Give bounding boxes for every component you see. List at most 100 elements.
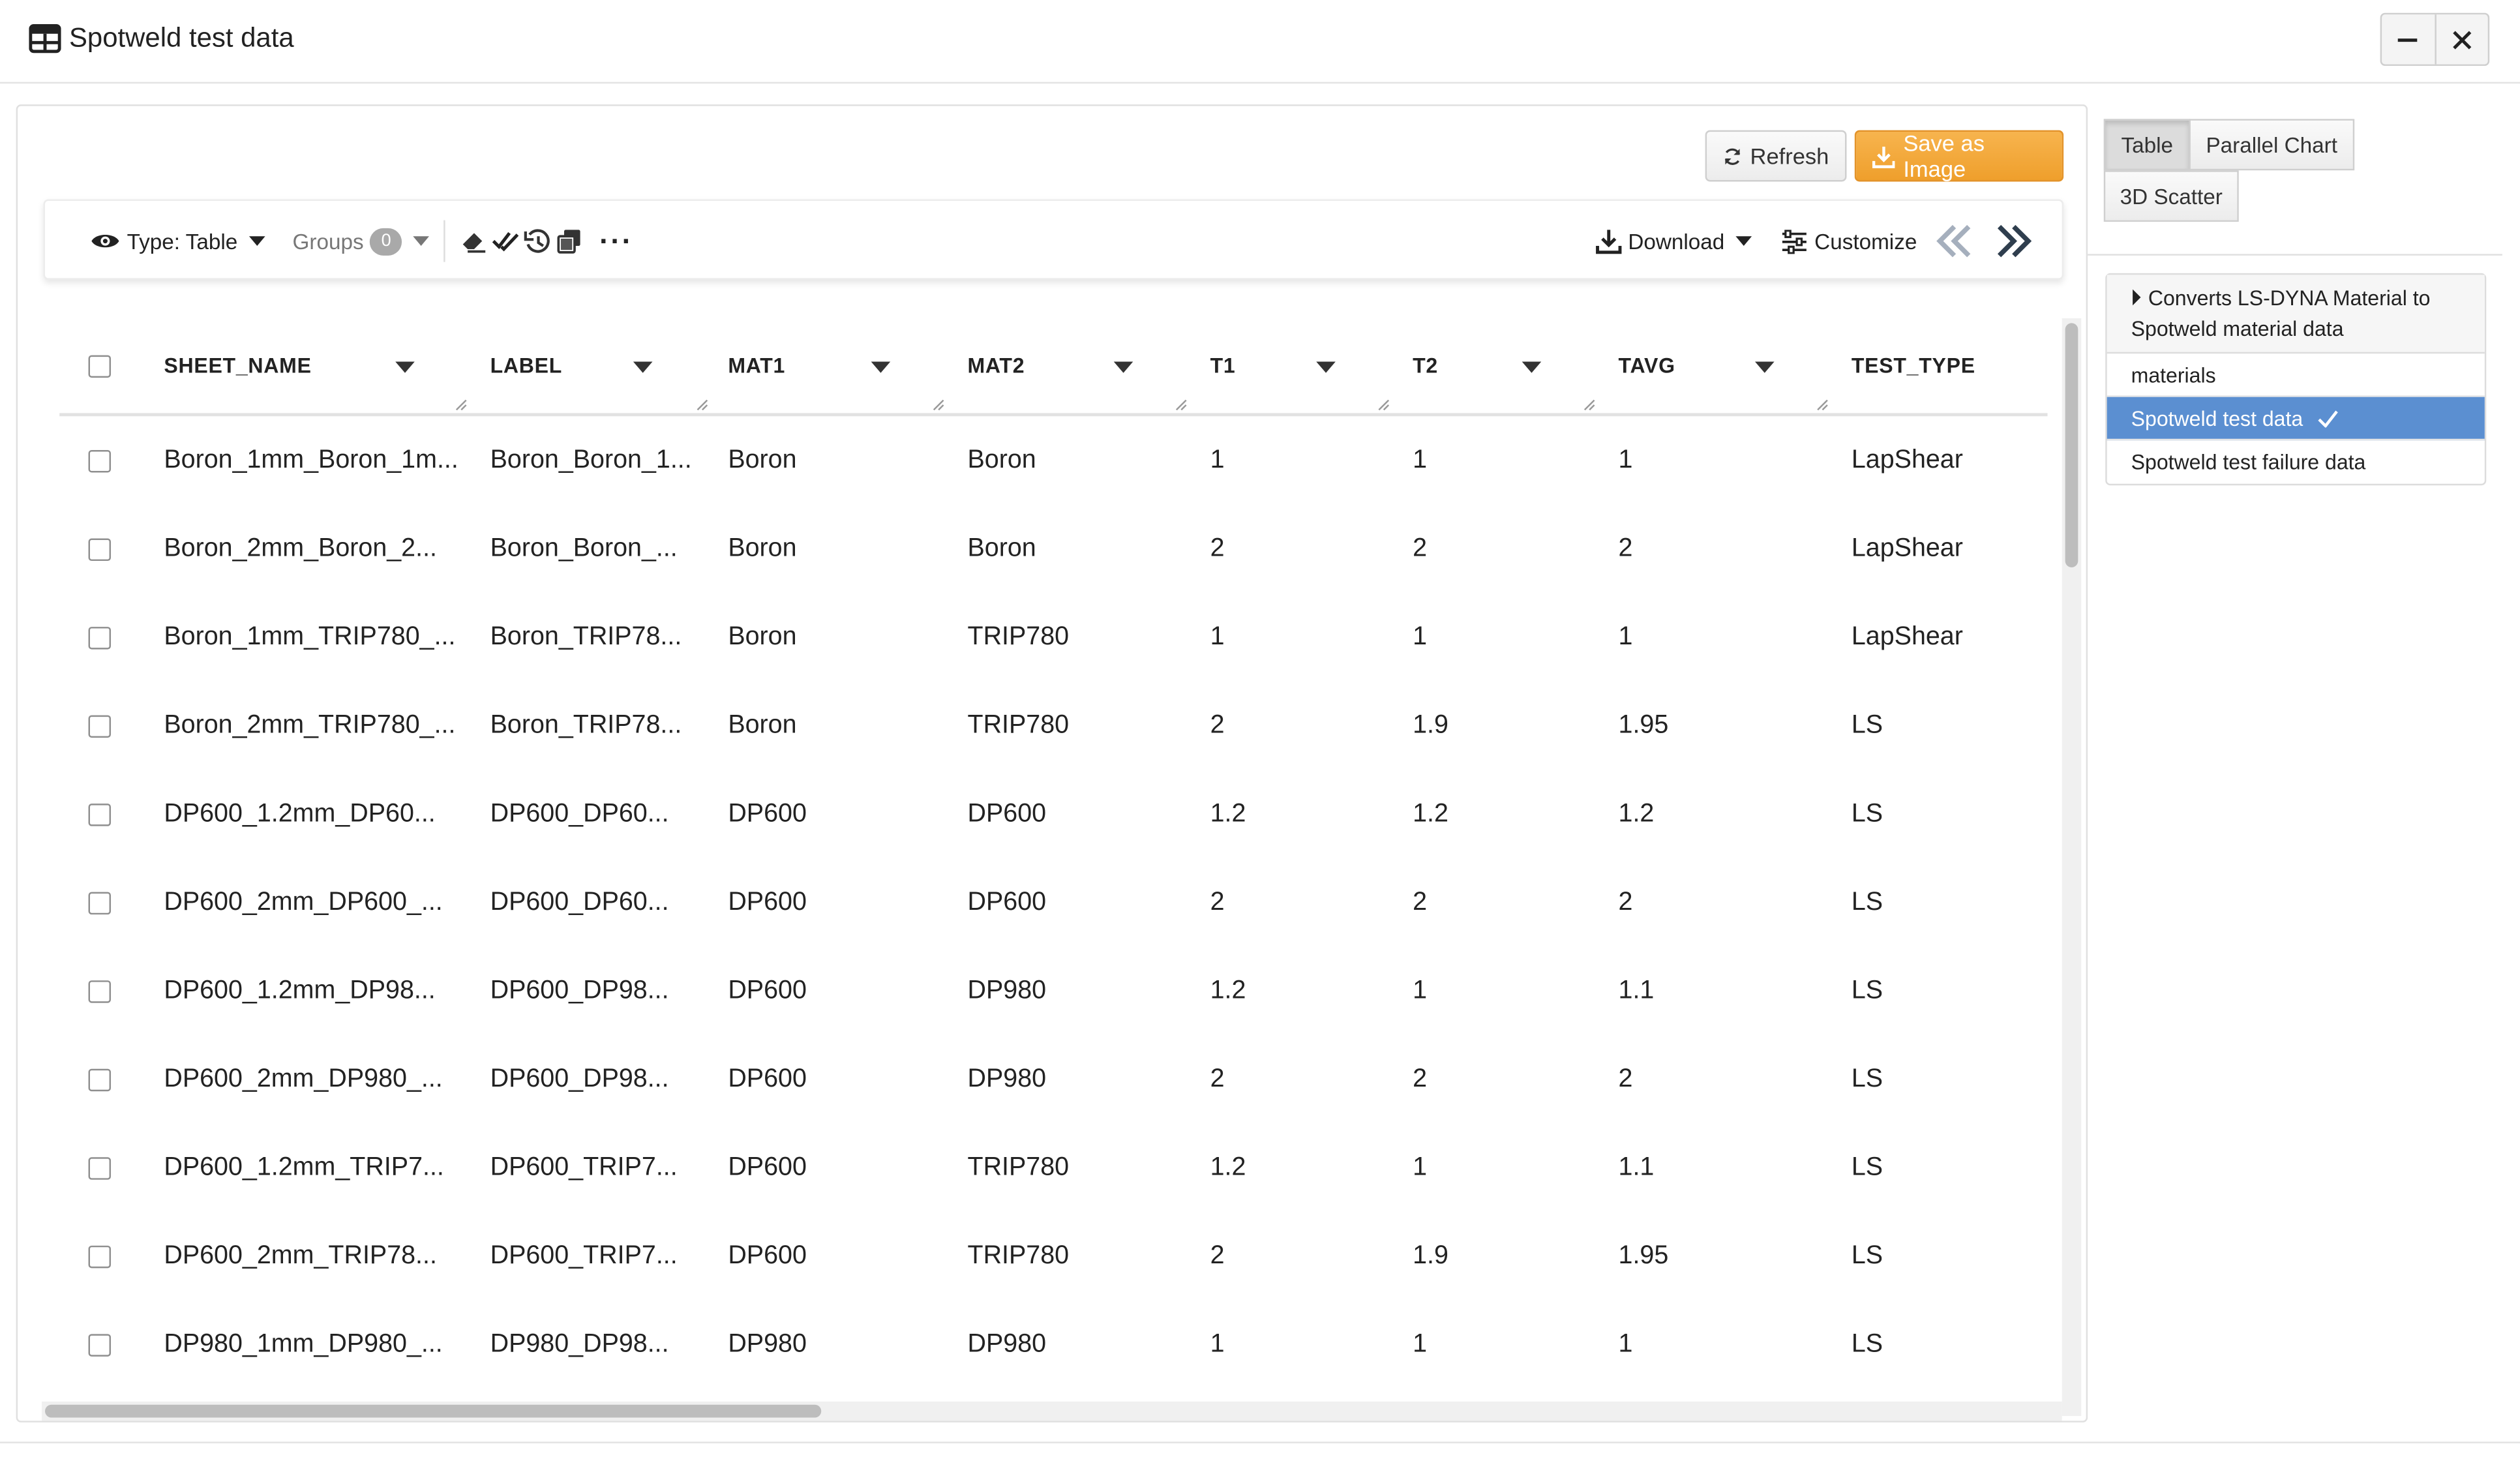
type-dropdown[interactable]: Type: Table — [90, 201, 265, 281]
data-table: SHEET_NAME LABEL MAT1 MAT2 T1 T2 TAVG TE… — [42, 318, 2065, 1416]
download-icon — [1872, 145, 1896, 168]
table-row[interactable]: Boron_2mm_TRIP780_... Boron_TRIP78... Bo… — [59, 682, 2047, 770]
row-checkbox[interactable] — [88, 449, 112, 472]
table-row[interactable]: DP600_2mm_DP980_... DP600_DP98... DP600 … — [59, 1035, 2047, 1124]
vertical-scrollbar[interactable] — [2062, 318, 2082, 1417]
row-checkbox[interactable] — [88, 625, 112, 649]
sort-caret-icon[interactable] — [633, 361, 653, 373]
sort-caret-icon[interactable] — [871, 361, 891, 373]
sort-caret-icon[interactable] — [1316, 361, 1336, 373]
cell-mat1: DP600 — [728, 1153, 807, 1181]
minimize-button[interactable] — [2382, 14, 2436, 65]
sort-caret-icon[interactable] — [1522, 361, 1542, 373]
dataset-item-label: Spotweld test data — [2131, 406, 2303, 430]
column-title: TAVG — [1618, 353, 1675, 378]
previous-page-button[interactable] — [1935, 201, 1973, 281]
dataset-item-materials[interactable]: materials — [2107, 353, 2485, 397]
select-all-checkbox[interactable] — [88, 354, 112, 377]
groups-dropdown[interactable]: Groups 0 — [292, 201, 430, 281]
minimize-icon — [2398, 37, 2418, 41]
resize-grip-icon[interactable] — [1175, 399, 1188, 412]
cell-mat2: DP980 — [967, 1330, 1047, 1358]
row-checkbox[interactable] — [88, 537, 112, 560]
table-row[interactable]: DP600_1.2mm_DP60... DP600_DP60... DP600 … — [59, 770, 2047, 858]
horizontal-scrollbar[interactable] — [42, 1401, 2062, 1421]
tab-table[interactable]: Table — [2103, 119, 2191, 171]
row-checkbox[interactable] — [88, 1156, 112, 1179]
row-checkbox[interactable] — [88, 891, 112, 914]
table-row[interactable]: DP600_2mm_DP600_... DP600_DP60... DP600 … — [59, 858, 2047, 947]
more-options-button[interactable]: ··· — [599, 201, 633, 281]
table-row[interactable]: DP600_2mm_TRIP78... DP600_TRIP7... DP600… — [59, 1212, 2047, 1301]
type-label: Type: Table — [127, 229, 238, 254]
row-checkbox[interactable] — [88, 1068, 112, 1091]
double-check-icon[interactable] — [492, 228, 519, 254]
sort-caret-icon[interactable] — [1755, 361, 1775, 373]
cell-label: Boron_TRIP78... — [490, 711, 682, 739]
row-checkbox[interactable] — [88, 979, 112, 1002]
column-header-test-type[interactable]: TEST_TYPE — [1852, 318, 2045, 413]
download-dropdown[interactable]: Download — [1596, 201, 1752, 281]
cell-mat2: TRIP780 — [967, 1241, 1070, 1269]
chevron-down-icon — [1735, 236, 1752, 247]
horizontal-scroll-thumb[interactable] — [45, 1404, 822, 1418]
table-toolbar: Type: Table Groups 0 ··· Download Custom… — [43, 199, 2064, 281]
cell-label: DP600_DP98... — [490, 1064, 669, 1092]
cell-sheet-name: DP600_1.2mm_TRIP7... — [164, 1153, 444, 1181]
bottom-border — [0, 1441, 2520, 1443]
row-select-cell — [88, 1301, 112, 1389]
resize-grip-icon[interactable] — [932, 399, 945, 412]
vertical-scroll-thumb[interactable] — [2065, 323, 2078, 567]
eraser-icon[interactable] — [460, 228, 487, 254]
download-label: Download — [1628, 229, 1725, 254]
chevron-down-icon — [248, 236, 265, 247]
cell-sheet-name: Boron_2mm_TRIP780_... — [164, 711, 456, 739]
cell-sheet-name: DP600_1.2mm_DP60... — [164, 799, 436, 827]
save-as-image-label: Save as Image — [1903, 130, 1985, 182]
table-row[interactable]: DP600_1.2mm_DP98... DP600_DP98... DP600 … — [59, 946, 2047, 1035]
copy-icon[interactable] — [556, 228, 584, 254]
row-checkbox[interactable] — [88, 1244, 112, 1268]
refresh-label: Refresh — [1750, 143, 1829, 169]
table-row[interactable]: Boron_1mm_TRIP780_... Boron_TRIP78... Bo… — [59, 593, 2047, 682]
column-header-mat1[interactable]: MAT1 — [728, 318, 953, 413]
table-row[interactable]: Boron_2mm_Boron_2... Boron_Boron_... Bor… — [59, 505, 2047, 594]
check-icon — [2318, 410, 2338, 427]
tab-parallel-chart[interactable]: Parallel Chart — [2189, 119, 2355, 171]
table-row[interactable]: DP600_1.2mm_TRIP7... DP600_TRIP7... DP60… — [59, 1124, 2047, 1212]
refresh-button[interactable]: Refresh — [1705, 130, 1847, 182]
sort-caret-icon[interactable] — [395, 361, 415, 373]
resize-grip-icon[interactable] — [1583, 399, 1596, 412]
column-header-tavg[interactable]: TAVG — [1619, 318, 1831, 413]
close-icon — [2452, 30, 2471, 49]
table-row[interactable]: Boron_1mm_Boron_1m... Boron_Boron_1... B… — [59, 416, 2047, 505]
resize-grip-icon[interactable] — [455, 399, 468, 412]
cell-test-type: LS — [1851, 976, 1883, 1004]
column-header-mat2[interactable]: MAT2 — [967, 318, 1192, 413]
customize-label: Customize — [1814, 229, 1917, 254]
resize-grip-icon[interactable] — [1816, 399, 1829, 412]
sort-caret-icon[interactable] — [1113, 361, 1133, 373]
history-icon[interactable] — [524, 228, 551, 254]
column-header-label[interactable]: LABEL — [490, 318, 715, 413]
column-header-sheet-name[interactable]: SHEET_NAME — [164, 318, 472, 413]
customize-button[interactable]: Customize — [1780, 201, 1917, 281]
resize-grip-icon[interactable] — [1377, 399, 1390, 412]
column-header-t2[interactable]: T2 — [1413, 318, 1596, 413]
row-checkbox[interactable] — [88, 714, 112, 737]
resize-grip-icon[interactable] — [696, 399, 709, 412]
column-header-t1[interactable]: T1 — [1210, 318, 1390, 413]
row-checkbox[interactable] — [88, 802, 112, 826]
close-button[interactable] — [2436, 14, 2488, 64]
dataset-group-header[interactable]: Converts LS-DYNA Material to Spotweld ma… — [2107, 275, 2485, 354]
table-row[interactable]: DP980_1mm_DP980_... DP980_DP98... DP980 … — [59, 1301, 2047, 1389]
save-as-image-button[interactable]: Save as Image — [1854, 130, 2064, 182]
dataset-item-spotweld-test-failure-data[interactable]: Spotweld test failure data — [2107, 440, 2485, 484]
cell-mat2: TRIP780 — [967, 622, 1070, 650]
next-page-button[interactable] — [1994, 201, 2033, 281]
chevrons-left-icon — [1936, 224, 1971, 258]
tab-3d-scatter[interactable]: 3D Scatter — [2103, 170, 2239, 222]
app-window: Spotweld test data Refresh Save as Image… — [0, 0, 2520, 1453]
row-checkbox[interactable] — [88, 1333, 112, 1356]
dataset-item-spotweld-test-data[interactable]: Spotweld test data — [2107, 397, 2485, 441]
